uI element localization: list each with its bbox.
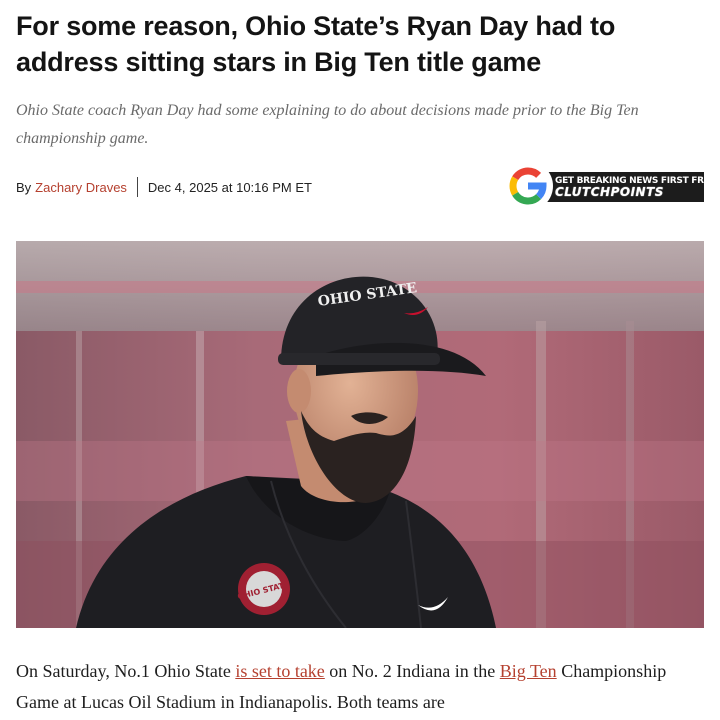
- article-headline: For some reason, Ohio State’s Ryan Day h…: [16, 11, 616, 77]
- author-link[interactable]: Zachary Draves: [35, 180, 127, 195]
- paragraph-text: on No. 2 Indiana in the: [324, 661, 500, 681]
- paragraph-text: On Saturday, No.1 Ohio State: [16, 661, 236, 681]
- article-paragraph: On Saturday, No.1 Ohio State is set to t…: [16, 656, 676, 718]
- google-news-promo[interactable]: GET BREAKING NEWS FIRST FROM CLUTCHPOINT…: [503, 160, 720, 212]
- article-dek: Ohio State coach Ryan Day had some expla…: [16, 102, 639, 147]
- big-ten-link[interactable]: Big Ten: [500, 661, 557, 681]
- promo-banner: GET BREAKING NEWS FIRST FROM CLUTCHPOINT…: [531, 172, 720, 202]
- publish-date: Dec 4, 2025 at 10:16 PM ET: [147, 179, 312, 195]
- hero-image: OHIO STATE OHIO STATE: [16, 241, 704, 628]
- byline-divider: [136, 177, 138, 197]
- promo-line1: GET BREAKING NEWS FIRST FROM: [555, 175, 720, 186]
- inline-link[interactable]: is set to take: [235, 661, 324, 681]
- byline-prefix: By: [16, 179, 32, 195]
- promo-brand: CLUTCHPOINTS: [555, 184, 664, 199]
- byline: By Zachary Draves Dec 4, 2025 at 10:16 P…: [16, 177, 312, 197]
- google-g-icon: [503, 161, 553, 211]
